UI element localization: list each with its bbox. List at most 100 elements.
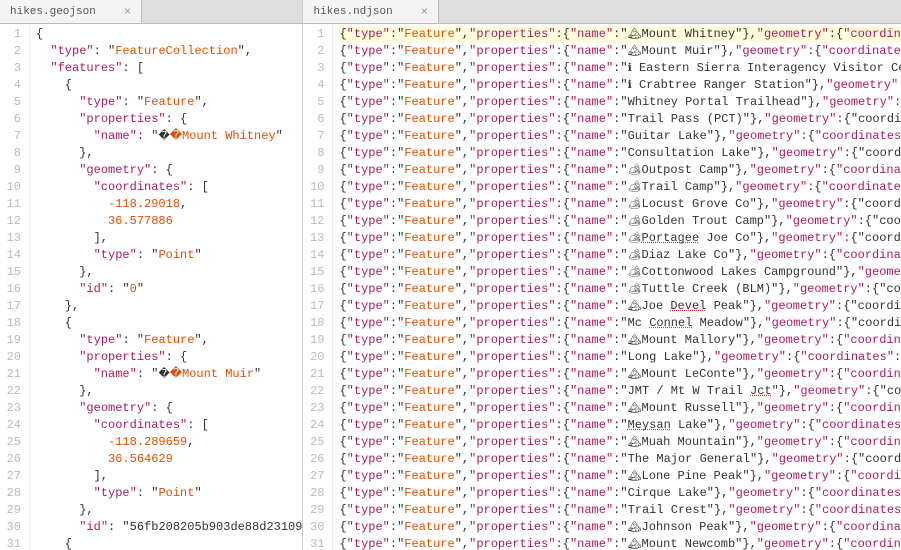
code-line[interactable]: "geometry": { [36, 400, 302, 417]
code-line[interactable]: {"type":"Feature","properties":{"name":"… [339, 536, 901, 550]
line-number: 16 [309, 281, 324, 298]
code-line[interactable]: }, [36, 502, 302, 519]
code-line[interactable]: {"type":"Feature","properties":{"name":"… [339, 77, 901, 94]
line-number: 18 [6, 315, 21, 332]
code-line[interactable]: "type": "FeatureCollection", [36, 43, 302, 60]
code-line[interactable]: {"type":"Feature","properties":{"name":"… [339, 519, 901, 536]
code-line[interactable]: ], [36, 230, 302, 247]
line-number: 14 [309, 247, 324, 264]
line-number: 7 [309, 128, 324, 145]
code-line[interactable]: {"type":"Feature","properties":{"name":"… [339, 128, 901, 145]
tab-title: hikes.ndjson [313, 6, 392, 18]
code-line[interactable]: {"type":"Feature","properties":{"name":"… [339, 502, 901, 519]
line-number: 2 [309, 43, 324, 60]
line-number: 13 [309, 230, 324, 247]
tab-hikes-ndjson[interactable]: hikes.ndjson × [303, 0, 438, 23]
code-line[interactable]: { [36, 536, 302, 550]
code-line[interactable]: { [36, 315, 302, 332]
tabbar-right: hikes.ndjson × [303, 0, 901, 24]
line-number: 18 [309, 315, 324, 332]
code-line[interactable]: "type": "Point" [36, 485, 302, 502]
code-line[interactable]: {"type":"Feature","properties":{"name":"… [339, 315, 901, 332]
editor-right[interactable]: 1234567891011121314151617181920212223242… [303, 24, 901, 550]
line-number: 15 [309, 264, 324, 281]
code-line[interactable]: -118.29018, [36, 196, 302, 213]
code-line[interactable]: {"type":"Feature","properties":{"name":"… [339, 247, 901, 264]
line-number: 24 [309, 417, 324, 434]
code-line[interactable]: "coordinates": [ [36, 179, 302, 196]
code-right[interactable]: {"type":"Feature","properties":{"name":"… [333, 24, 901, 550]
code-line[interactable]: {"type":"Feature","properties":{"name":"… [339, 196, 901, 213]
code-line[interactable]: { [36, 26, 302, 43]
line-number: 1 [6, 26, 21, 43]
code-line[interactable]: {"type":"Feature","properties":{"name":"… [339, 366, 901, 383]
close-icon[interactable]: × [124, 5, 131, 19]
line-number: 29 [6, 502, 21, 519]
tab-hikes-geojson[interactable]: hikes.geojson × [0, 0, 142, 23]
code-line[interactable]: {"type":"Feature","properties":{"name":"… [339, 332, 901, 349]
code-left[interactable]: { "type": "FeatureCollection", "features… [30, 24, 302, 550]
line-number: 23 [309, 400, 324, 417]
code-line[interactable]: {"type":"Feature","properties":{"name":"… [339, 383, 901, 400]
code-line[interactable]: {"type":"Feature","properties":{"name":"… [339, 400, 901, 417]
tab-title: hikes.geojson [10, 6, 96, 18]
code-line[interactable]: {"type":"Feature","properties":{"name":"… [339, 213, 901, 230]
line-number: 9 [309, 162, 324, 179]
line-number: 28 [6, 485, 21, 502]
line-number: 20 [6, 349, 21, 366]
line-number: 4 [309, 77, 324, 94]
code-line[interactable]: }, [36, 264, 302, 281]
code-line[interactable]: "coordinates": [ [36, 417, 302, 434]
code-line[interactable]: ], [36, 468, 302, 485]
code-line[interactable]: {"type":"Feature","properties":{"name":"… [339, 417, 901, 434]
line-number: 4 [6, 77, 21, 94]
code-line[interactable]: "type": "Feature", [36, 94, 302, 111]
line-number: 10 [309, 179, 324, 196]
code-line[interactable]: "geometry": { [36, 162, 302, 179]
code-line[interactable]: {"type":"Feature","properties":{"name":"… [339, 264, 901, 281]
code-line[interactable]: "type": "Point" [36, 247, 302, 264]
code-line[interactable]: "features": [ [36, 60, 302, 77]
editor-left[interactable]: 1234567891011121314151617181920212223242… [0, 24, 302, 550]
code-line[interactable]: {"type":"Feature","properties":{"name":"… [339, 230, 901, 247]
line-number: 12 [6, 213, 21, 230]
code-line[interactable]: {"type":"Feature","properties":{"name":"… [339, 26, 901, 43]
line-number: 24 [6, 417, 21, 434]
code-line[interactable]: 36.577886 [36, 213, 302, 230]
line-number: 3 [6, 60, 21, 77]
line-number: 17 [309, 298, 324, 315]
code-line[interactable]: {"type":"Feature","properties":{"name":"… [339, 349, 901, 366]
close-icon[interactable]: × [421, 5, 428, 19]
code-line[interactable]: {"type":"Feature","properties":{"name":"… [339, 434, 901, 451]
code-line[interactable]: 36.564629 [36, 451, 302, 468]
code-line[interactable]: {"type":"Feature","properties":{"name":"… [339, 162, 901, 179]
code-line[interactable]: "id": "56fb208205b903de88d23109 [36, 519, 302, 536]
code-line[interactable]: "id": "0" [36, 281, 302, 298]
code-line[interactable]: "properties": { [36, 349, 302, 366]
line-number: 16 [6, 281, 21, 298]
code-line[interactable]: {"type":"Feature","properties":{"name":"… [339, 111, 901, 128]
code-line[interactable]: }, [36, 145, 302, 162]
code-line[interactable]: {"type":"Feature","properties":{"name":"… [339, 179, 901, 196]
code-line[interactable]: }, [36, 298, 302, 315]
code-line[interactable]: }, [36, 383, 302, 400]
code-line[interactable]: {"type":"Feature","properties":{"name":"… [339, 60, 901, 77]
code-line[interactable]: {"type":"Feature","properties":{"name":"… [339, 485, 901, 502]
line-number: 15 [6, 264, 21, 281]
code-line[interactable]: {"type":"Feature","properties":{"name":"… [339, 298, 901, 315]
code-line[interactable]: {"type":"Feature","properties":{"name":"… [339, 145, 901, 162]
code-line[interactable]: {"type":"Feature","properties":{"name":"… [339, 94, 901, 111]
line-number: 3 [309, 60, 324, 77]
code-line[interactable]: {"type":"Feature","properties":{"name":"… [339, 43, 901, 60]
code-line[interactable]: "name": "🏔Mount Muir" [36, 366, 302, 383]
line-number: 23 [6, 400, 21, 417]
code-line[interactable]: -118.289659, [36, 434, 302, 451]
code-line[interactable]: { [36, 77, 302, 94]
code-line[interactable]: {"type":"Feature","properties":{"name":"… [339, 468, 901, 485]
code-line[interactable]: "type": "Feature", [36, 332, 302, 349]
code-line[interactable]: "properties": { [36, 111, 302, 128]
code-line[interactable]: {"type":"Feature","properties":{"name":"… [339, 281, 901, 298]
code-line[interactable]: "name": "🏔Mount Whitney" [36, 128, 302, 145]
code-line[interactable]: {"type":"Feature","properties":{"name":"… [339, 451, 901, 468]
line-number: 8 [6, 145, 21, 162]
